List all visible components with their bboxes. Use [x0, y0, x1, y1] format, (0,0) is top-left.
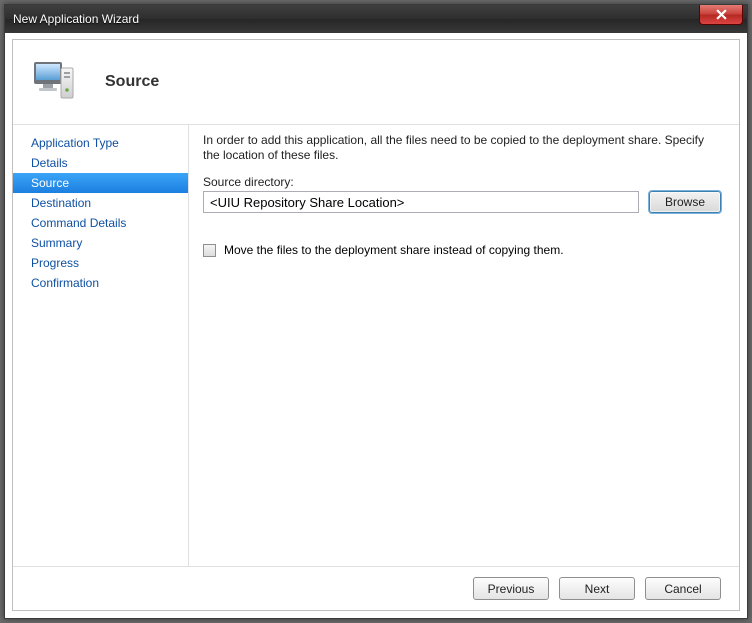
move-checkbox-label: Move the files to the deployment share i…	[224, 243, 564, 257]
wizard-footer: Previous Next Cancel	[13, 566, 739, 610]
window-title: New Application Wizard	[13, 12, 139, 26]
sidebar-item-source[interactable]: Source	[13, 173, 188, 193]
cancel-button[interactable]: Cancel	[645, 577, 721, 600]
wizard-header: Source	[13, 40, 739, 124]
wizard-inner: Source Application TypeDetailsSourceDest…	[12, 39, 740, 611]
move-checkbox[interactable]	[203, 244, 216, 257]
previous-button[interactable]: Previous	[473, 577, 549, 600]
browse-button[interactable]: Browse	[649, 191, 721, 213]
sidebar-item-command-details[interactable]: Command Details	[13, 213, 188, 233]
sidebar-item-details[interactable]: Details	[13, 153, 188, 173]
source-row: Browse	[203, 191, 721, 213]
close-icon	[716, 9, 727, 20]
sidebar-item-progress[interactable]: Progress	[13, 253, 188, 273]
sidebar-item-confirmation[interactable]: Confirmation	[13, 273, 188, 293]
source-directory-label: Source directory:	[203, 175, 721, 189]
wizard-window: New Application Wizard	[4, 4, 748, 619]
next-button[interactable]: Next	[559, 577, 635, 600]
source-directory-input[interactable]	[203, 191, 639, 213]
wizard-sidebar: Application TypeDetailsSourceDestination…	[13, 125, 189, 566]
sidebar-item-application-type[interactable]: Application Type	[13, 133, 188, 153]
sidebar-item-destination[interactable]: Destination	[13, 193, 188, 213]
wizard-content: In order to add this application, all th…	[189, 125, 739, 566]
computer-icon	[31, 58, 79, 106]
wizard-body: Application TypeDetailsSourceDestination…	[13, 124, 739, 566]
page-title: Source	[105, 73, 159, 91]
close-button[interactable]	[699, 5, 743, 25]
instruction-text: In order to add this application, all th…	[203, 133, 721, 163]
sidebar-item-summary[interactable]: Summary	[13, 233, 188, 253]
move-checkbox-row: Move the files to the deployment share i…	[203, 243, 721, 257]
titlebar[interactable]: New Application Wizard	[5, 5, 747, 33]
